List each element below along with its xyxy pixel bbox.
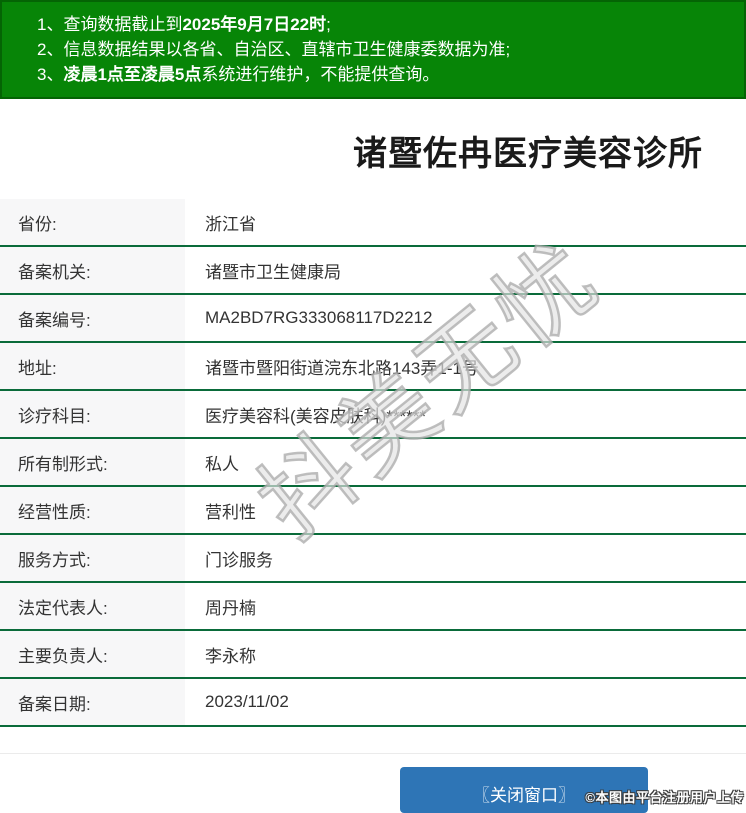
notice-banner: 1、查询数据截止到2025年9月7日22时; 2、信息数据结果以各省、自治区、直… (0, 0, 746, 99)
field-value: 营利性 (185, 487, 746, 533)
notice-line-1: 1、查询数据截止到2025年9月7日22时; (37, 12, 734, 37)
notice-bold-text: 凌晨1点至凌晨5点 (63, 65, 202, 84)
page-title: 诸暨佐冉医疗美容诊所 (353, 135, 703, 173)
field-label: 法定代表人: (0, 583, 185, 629)
table-row: 省份: 浙江省 (0, 199, 746, 247)
field-label: 所有制形式: (0, 439, 185, 485)
field-label: 备案机关: (0, 247, 185, 293)
copyright-overlay: ©本图由平台注册用户上传 (585, 790, 744, 805)
field-value: 私人 (185, 439, 746, 485)
table-row: 地址: 诸暨市暨阳街道浣东北路143弄1-1号 (0, 343, 746, 391)
table-row: 所有制形式: 私人 (0, 439, 746, 487)
notice-text: 2、信息数据结果以各省、自治区、直辖市卫生健康委数据为准; (37, 40, 511, 59)
table-row: 法定代表人: 周丹楠 (0, 583, 746, 631)
notice-text: ; (326, 15, 331, 34)
table-row: 经营性质: 营利性 (0, 487, 746, 535)
field-value: 2023/11/02 (185, 679, 746, 725)
field-value: MA2BD7RG333068117D2212 (185, 295, 746, 341)
field-label: 服务方式: (0, 535, 185, 581)
field-label: 备案编号: (0, 295, 185, 341)
notice-line-3: 3、凌晨1点至凌晨5点系统进行维护，不能提供查询。 (37, 62, 734, 87)
notice-line-2: 2、信息数据结果以各省、自治区、直辖市卫生健康委数据为准; (37, 37, 734, 62)
table-row: 备案机关: 诸暨市卫生健康局 (0, 247, 746, 295)
field-value: 医疗美容科(美容皮肤科)****** (185, 391, 746, 437)
info-table: 省份: 浙江省 备案机关: 诸暨市卫生健康局 备案编号: MA2BD7RG333… (0, 199, 746, 727)
field-value: 李永称 (185, 631, 746, 677)
notice-text: 系统进行维护，不能提供查询。 (201, 65, 440, 84)
table-row: 诊疗科目: 医疗美容科(美容皮肤科)****** (0, 391, 746, 439)
field-value: 周丹楠 (185, 583, 746, 629)
footer-divider (0, 753, 746, 754)
notice-text: 1、查询数据截止到 (37, 15, 183, 34)
field-value: 门诊服务 (185, 535, 746, 581)
field-label: 省份: (0, 199, 185, 245)
field-label: 地址: (0, 343, 185, 389)
field-value: 浙江省 (185, 199, 746, 245)
field-label: 诊疗科目: (0, 391, 185, 437)
field-value: 诸暨市暨阳街道浣东北路143弄1-1号 (185, 343, 746, 389)
table-row: 备案日期: 2023/11/02 (0, 679, 746, 727)
table-row: 服务方式: 门诊服务 (0, 535, 746, 583)
notice-bold-text: 2025年9月7日22时 (182, 15, 327, 34)
field-label: 备案日期: (0, 679, 185, 725)
table-row: 备案编号: MA2BD7RG333068117D2212 (0, 295, 746, 343)
title-area: 诸暨佐冉医疗美容诊所 (0, 99, 746, 175)
field-value: 诸暨市卫生健康局 (185, 247, 746, 293)
field-label: 主要负责人: (0, 631, 185, 677)
notice-text: 3、 (37, 65, 64, 84)
table-row: 主要负责人: 李永称 (0, 631, 746, 679)
field-label: 经营性质: (0, 487, 185, 533)
